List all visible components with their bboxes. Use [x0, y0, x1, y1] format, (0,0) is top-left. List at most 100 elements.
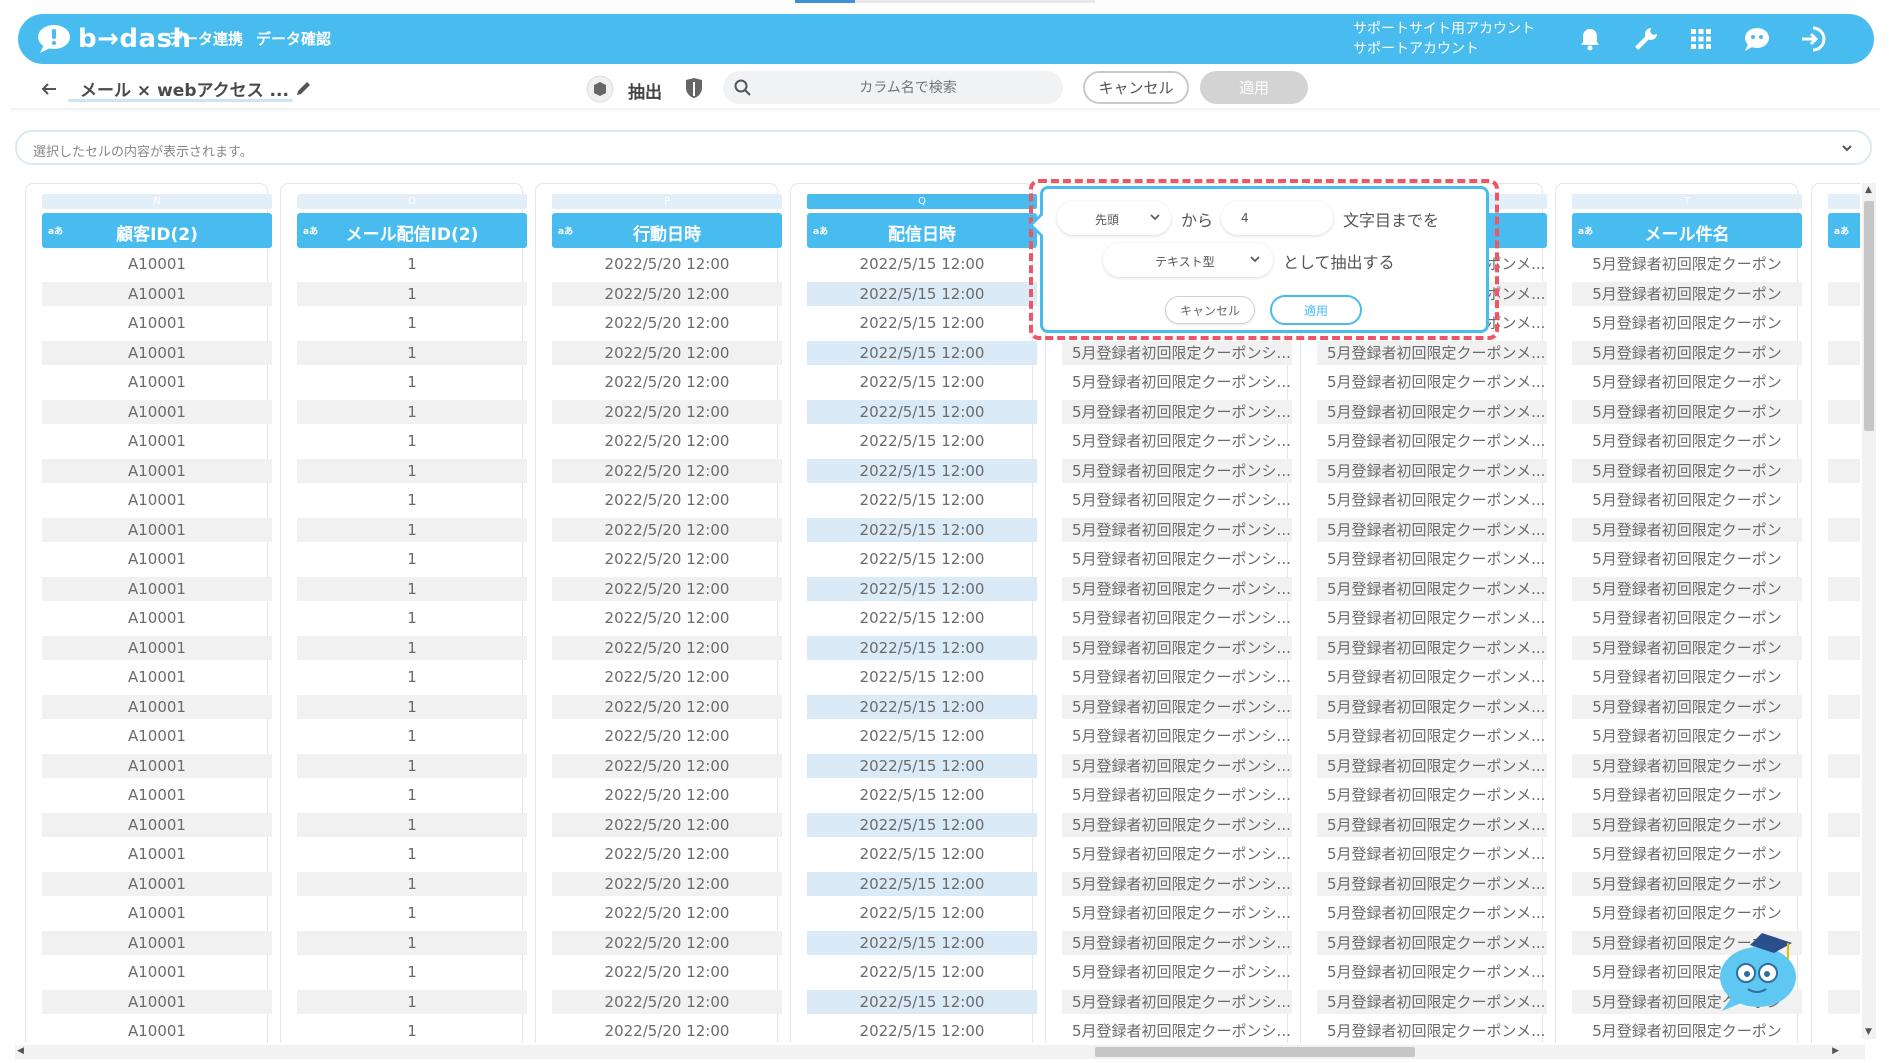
- table-cell[interactable]: 2022/5/20 12:00: [552, 724, 782, 748]
- table-cell[interactable]: 2022/5/15 12:00: [807, 547, 1037, 571]
- column-search-input[interactable]: [763, 73, 1053, 102]
- logout-icon[interactable]: [1798, 24, 1828, 54]
- table-cell[interactable]: 1: [297, 635, 527, 660]
- table-cell[interactable]: A10001: [42, 458, 272, 483]
- table-cell[interactable]: 2022/5/15 12:00: [807, 635, 1037, 660]
- table-cell[interactable]: 1: [297, 281, 527, 306]
- table-cell[interactable]: 5月登録者初回限定クーポン: [1572, 576, 1802, 601]
- table-cell[interactable]: 5月登録者初回限定クーポンシ...: [1062, 871, 1292, 896]
- table-cell[interactable]: [1828, 399, 1860, 424]
- table-cell[interactable]: [1828, 989, 1860, 1014]
- table-cell[interactable]: 5月登録者初回限定クーポンメ...: [1317, 488, 1547, 512]
- table-cell[interactable]: 2022/5/15 12:00: [807, 281, 1037, 306]
- table-cell[interactable]: A10001: [42, 842, 272, 866]
- table-cell[interactable]: 2022/5/20 12:00: [552, 517, 782, 542]
- table-cell[interactable]: 5月登録者初回限定クーポンシ...: [1062, 547, 1292, 571]
- table-cell[interactable]: 5月登録者初回限定クーポンシ...: [1062, 842, 1292, 866]
- table-cell[interactable]: 1: [297, 576, 527, 601]
- table-cell[interactable]: 2022/5/20 12:00: [552, 901, 782, 925]
- table-cell[interactable]: A10001: [42, 1019, 272, 1043]
- table-cell[interactable]: 5月登録者初回限定クーポン: [1572, 252, 1802, 276]
- table-cell[interactable]: 5月登録者初回限定クーポンシ...: [1062, 517, 1292, 542]
- table-cell[interactable]: 5月登録者初回限定クーポンシ...: [1062, 399, 1292, 424]
- table-cell[interactable]: 2022/5/20 12:00: [552, 665, 782, 689]
- help-mascot-icon[interactable]: [1710, 925, 1810, 1015]
- table-cell[interactable]: [1828, 606, 1860, 630]
- table-cell[interactable]: A10001: [42, 606, 272, 630]
- nav-data-integration[interactable]: データ連携: [168, 28, 243, 49]
- table-cell[interactable]: A10001: [42, 576, 272, 601]
- table-cell[interactable]: 2022/5/20 12:00: [552, 930, 782, 955]
- table-cell[interactable]: 1: [297, 783, 527, 807]
- table-cell[interactable]: A10001: [42, 547, 272, 571]
- table-cell[interactable]: 2022/5/15 12:00: [807, 871, 1037, 896]
- table-cell[interactable]: [1828, 665, 1860, 689]
- table-cell[interactable]: 5月登録者初回限定クーポン: [1572, 665, 1802, 689]
- table-cell[interactable]: 5月登録者初回限定クーポンシ...: [1062, 340, 1292, 365]
- grid-column[interactable]: Naあ 顧客ID(2) A10001 A10001 A10001 A10001 A10001…: [25, 183, 272, 1043]
- table-cell[interactable]: 2022/5/15 12:00: [807, 311, 1037, 335]
- table-cell[interactable]: [1828, 871, 1860, 896]
- table-cell[interactable]: [1828, 340, 1860, 365]
- table-cell[interactable]: 5月登録者初回限定クーポンシ...: [1062, 606, 1292, 630]
- table-cell[interactable]: 1: [297, 606, 527, 630]
- table-cell[interactable]: 5月登録者初回限定クーポンメ...: [1317, 547, 1547, 571]
- table-cell[interactable]: 1: [297, 871, 527, 896]
- table-cell[interactable]: 5月登録者初回限定クーポンシ...: [1062, 488, 1292, 512]
- column-letter[interactable]: [1828, 194, 1860, 209]
- table-cell[interactable]: 2022/5/15 12:00: [807, 901, 1037, 925]
- table-cell[interactable]: 5月登録者初回限定クーポン: [1572, 547, 1802, 571]
- table-cell[interactable]: 2022/5/20 12:00: [552, 635, 782, 660]
- table-cell[interactable]: 5月登録者初回限定クーポンメ...: [1317, 517, 1547, 542]
- table-cell[interactable]: 2022/5/15 12:00: [807, 1019, 1037, 1043]
- table-cell[interactable]: 5月登録者初回限定クーポンメ...: [1317, 812, 1547, 837]
- column-letter[interactable]: O: [297, 194, 527, 209]
- column-header[interactable]: aあ 配信日時: [807, 213, 1037, 248]
- table-cell[interactable]: 2022/5/20 12:00: [552, 960, 782, 984]
- position-select[interactable]: 先頭: [1057, 201, 1171, 235]
- table-cell[interactable]: 2022/5/20 12:00: [552, 252, 782, 276]
- table-cell[interactable]: 5月登録者初回限定クーポン: [1572, 488, 1802, 512]
- table-cell[interactable]: 5月登録者初回限定クーポンメ...: [1317, 871, 1547, 896]
- table-cell[interactable]: 5月登録者初回限定クーポンメ...: [1317, 665, 1547, 689]
- table-cell[interactable]: 2022/5/15 12:00: [807, 517, 1037, 542]
- table-cell[interactable]: 5月登録者初回限定クーポン: [1572, 783, 1802, 807]
- table-cell[interactable]: A10001: [42, 517, 272, 542]
- grid-column[interactable]: Taあ メール件名 5月登録者初回限定クーポン 5月登録者初回限定クーポン 5月登録者初…: [1555, 183, 1802, 1043]
- table-cell[interactable]: [1828, 901, 1860, 925]
- table-cell[interactable]: 5月登録者初回限定クーポンシ...: [1062, 930, 1292, 955]
- table-cell[interactable]: 5月登録者初回限定クーポンシ...: [1062, 812, 1292, 837]
- table-cell[interactable]: 1: [297, 517, 527, 542]
- table-cell[interactable]: 5月登録者初回限定クーポンメ...: [1317, 370, 1547, 394]
- column-letter[interactable]: T: [1572, 194, 1802, 209]
- document-title[interactable]: メール × webアクセス ...: [80, 76, 289, 101]
- popup-cancel-button[interactable]: キャンセル: [1165, 296, 1255, 324]
- table-cell[interactable]: 2022/5/20 12:00: [552, 429, 782, 453]
- bell-icon[interactable]: [1575, 24, 1605, 54]
- table-cell[interactable]: 5月登録者初回限定クーポン: [1572, 635, 1802, 660]
- table-cell[interactable]: 5月登録者初回限定クーポンメ...: [1317, 753, 1547, 778]
- table-cell[interactable]: 5月登録者初回限定クーポンメ...: [1317, 842, 1547, 866]
- vertical-scrollbar[interactable]: ▲ ▼: [1862, 183, 1876, 1039]
- table-cell[interactable]: 2022/5/15 12:00: [807, 606, 1037, 630]
- table-cell[interactable]: 5月登録者初回限定クーポンメ...: [1317, 930, 1547, 955]
- grid-column[interactable]: Oaあ メール配信ID(2) 1 1 1 1 1 1 1 1 1 1 1 1 1 1 1 1 1 1 1 1 1 1 1 1 1 1 1: [280, 183, 527, 1043]
- pencil-icon[interactable]: [294, 78, 314, 98]
- table-cell[interactable]: 5月登録者初回限定クーポンシ...: [1062, 960, 1292, 984]
- column-header[interactable]: aあ: [1828, 213, 1860, 248]
- table-cell[interactable]: 5月登録者初回限定クーポンシ...: [1062, 665, 1292, 689]
- table-cell[interactable]: A10001: [42, 901, 272, 925]
- table-cell[interactable]: [1828, 842, 1860, 866]
- table-cell[interactable]: 5月登録者初回限定クーポン: [1572, 311, 1802, 335]
- table-cell[interactable]: 5月登録者初回限定クーポンメ...: [1317, 989, 1547, 1014]
- table-cell[interactable]: 1: [297, 488, 527, 512]
- column-header[interactable]: aあ 行動日時: [552, 213, 782, 248]
- table-cell[interactable]: 2022/5/15 12:00: [807, 960, 1037, 984]
- table-cell[interactable]: 5月登録者初回限定クーポンメ...: [1317, 458, 1547, 483]
- table-cell[interactable]: 2022/5/20 12:00: [552, 576, 782, 601]
- table-cell[interactable]: A10001: [42, 311, 272, 335]
- cancel-button[interactable]: キャンセル: [1083, 71, 1189, 104]
- table-cell[interactable]: 1: [297, 724, 527, 748]
- table-cell[interactable]: 1: [297, 694, 527, 719]
- table-cell[interactable]: 2022/5/15 12:00: [807, 783, 1037, 807]
